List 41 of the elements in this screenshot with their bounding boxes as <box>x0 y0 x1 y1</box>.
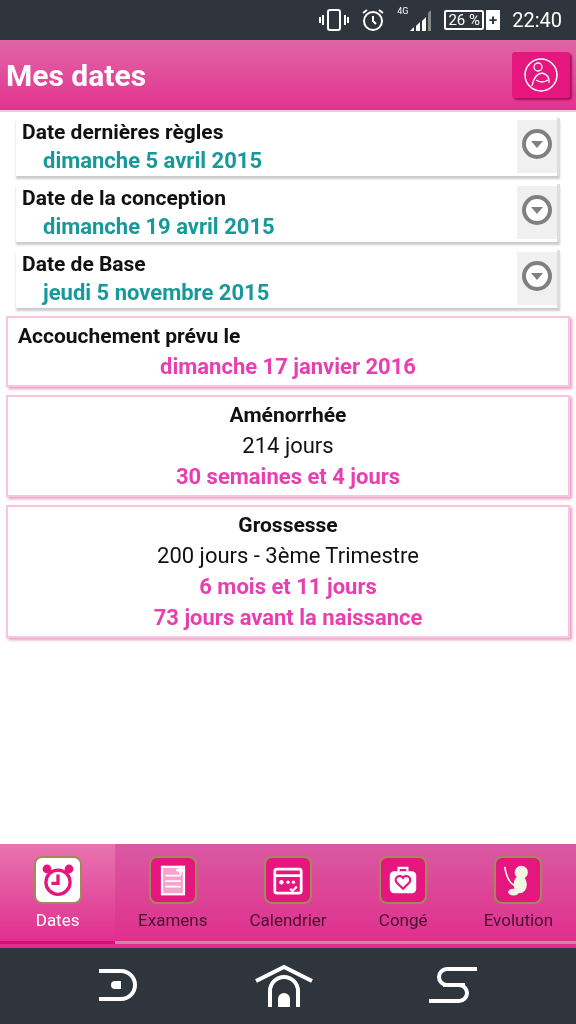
battery-level: 26 % <box>444 10 484 30</box>
due-date-label: Accouchement prévu le <box>18 324 242 348</box>
date-value: dimanche 5 avril 2015 <box>42 148 262 173</box>
card-text: 200 jours - 3ème Trimestre <box>157 543 419 568</box>
nav-tab[interactable]: Examens <box>115 844 231 944</box>
nav-tab[interactable]: Dates <box>0 844 116 944</box>
mother-child-logo-button[interactable] <box>512 52 570 98</box>
nav-tab[interactable]: Evolution <box>460 844 576 944</box>
clock-time: 22:40 <box>512 8 562 32</box>
card-text: 30 semaines et 4 jours <box>175 464 401 489</box>
field-label: Date dernières règles <box>22 120 225 144</box>
charging-sign: + <box>486 10 501 30</box>
network-type: 4G <box>397 6 409 16</box>
bag-icon <box>379 855 428 904</box>
date-value: dimanche 19 avril 2015 <box>42 214 275 239</box>
card-text: 6 mois et 11 jours <box>199 574 377 599</box>
date-picker-row[interactable]: Date de la conception dimanche 19 avril 2015 <box>16 184 560 242</box>
due-date-value: dimanche 17 janvier 2016 <box>159 354 417 379</box>
date-value: jeudi 5 novembre 2015 <box>41 280 270 305</box>
date-picker-row[interactable]: Date dernières règles dimanche 5 avril 2015 <box>16 118 560 176</box>
alarm-icon <box>361 8 386 32</box>
notepad-icon <box>148 855 197 904</box>
nav-tab[interactable]: Congé <box>345 844 461 944</box>
nav-tab[interactable]: Calendrier <box>230 844 346 944</box>
dropdown-icon[interactable] <box>521 194 553 226</box>
card-title: Aménorrhée <box>229 403 347 427</box>
calendar-icon <box>264 855 312 904</box>
clock-icon <box>33 855 82 904</box>
signal-icon <box>408 8 433 32</box>
baby-icon <box>494 855 543 904</box>
vibrate-icon <box>319 9 350 31</box>
field-label: Date de Base <box>22 252 147 276</box>
dropdown-icon[interactable] <box>521 128 553 160</box>
card-title: Grossesse <box>238 513 338 537</box>
card-text: 73 jours avant la naissance <box>153 605 423 630</box>
date-picker-row[interactable]: Date de Base jeudi 5 novembre 2015 <box>16 250 560 308</box>
home-button[interactable] <box>254 962 314 1010</box>
dropdown-icon[interactable] <box>521 260 553 292</box>
card-text: 214 jours <box>242 433 334 458</box>
page-title: Mes dates <box>6 57 147 93</box>
field-label: Date de la conception <box>22 186 227 210</box>
